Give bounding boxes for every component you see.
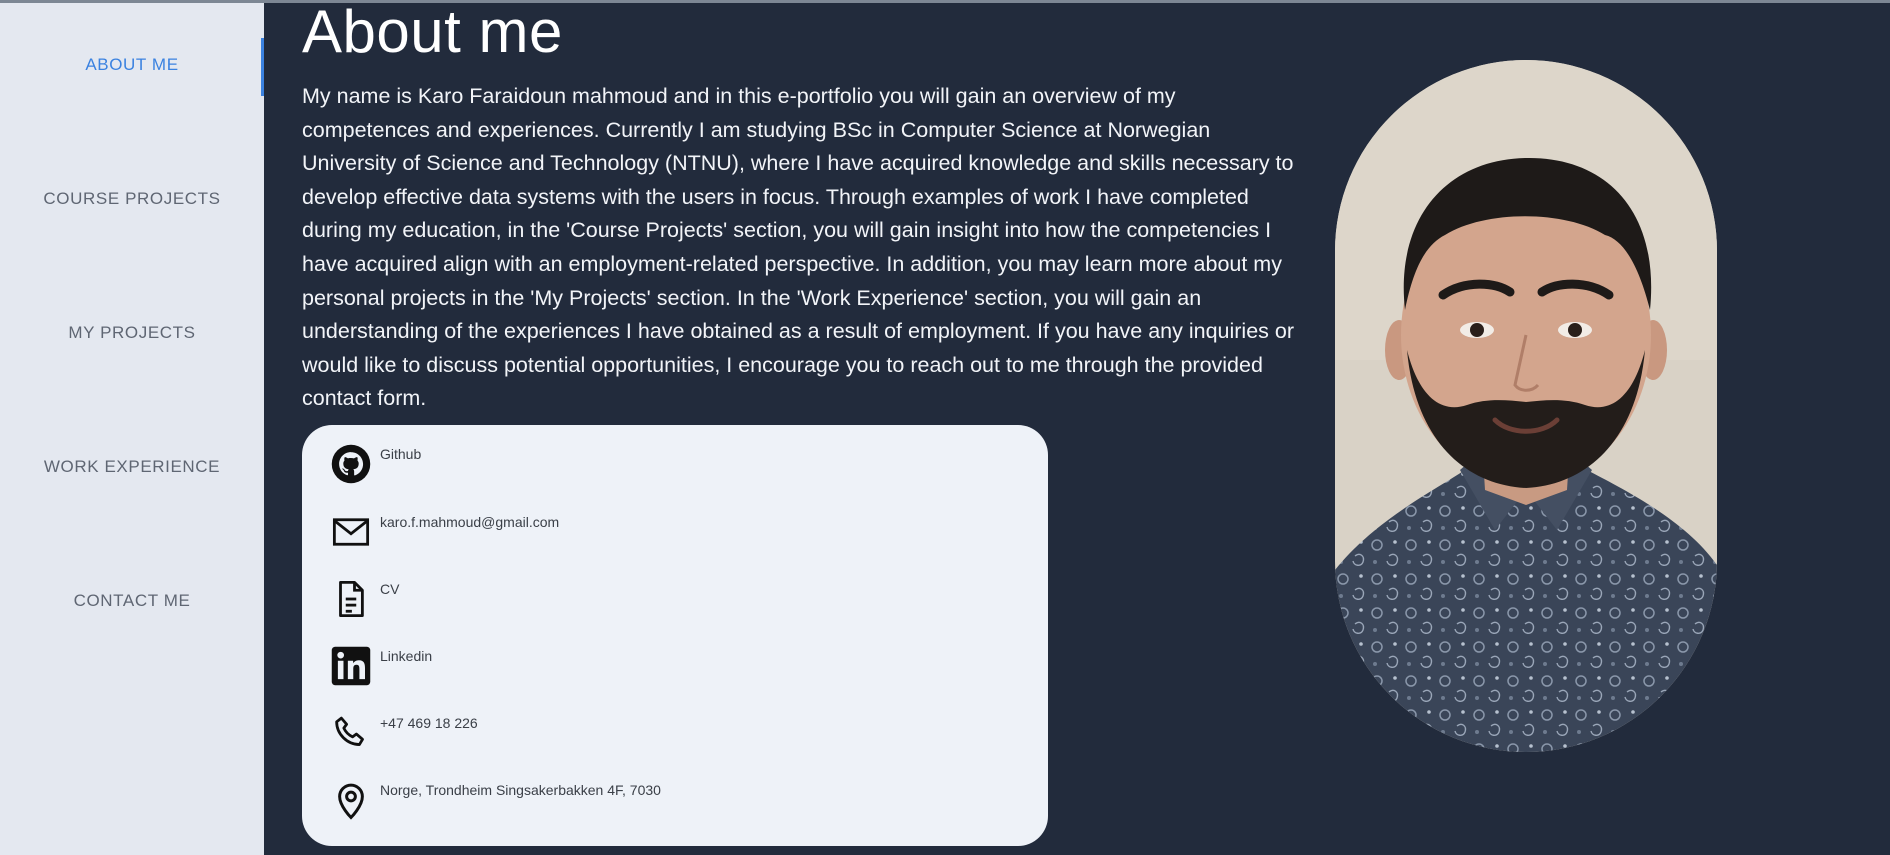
about-section: About me My name is Karo Faraidoun mahmo… — [264, 0, 1890, 855]
sidebar-item-course-projects[interactable]: COURSE PROJECTS — [0, 179, 264, 219]
sidebar-item-work-experience[interactable]: WORK EXPERIENCE — [0, 447, 264, 487]
contact-phone-link[interactable]: +47 469 18 226 — [330, 712, 1010, 756]
contact-card: Github karo.f.mahmoud@gmail.com CV Linke… — [302, 425, 1048, 846]
mail-icon — [330, 511, 372, 553]
contact-label: Norge, Trondheim Singsakerbakken 4F, 703… — [380, 782, 661, 798]
contact-label: Linkedin — [380, 648, 433, 664]
intro-paragraph: My name is Karo Faraidoun mahmoud and in… — [302, 84, 1294, 411]
contact-label: karo.f.mahmoud@gmail.com — [380, 514, 560, 530]
profile-photo — [1335, 60, 1717, 752]
linkedin-icon — [330, 645, 372, 687]
contact-github-link[interactable]: Github — [330, 443, 1010, 487]
sidebar-nav: ABOUT ME COURSE PROJECTS MY PROJECTS WOR… — [0, 3, 264, 855]
contact-cv-link[interactable]: CV — [330, 578, 1010, 622]
contact-linkedin-link[interactable]: Linkedin — [330, 645, 1010, 689]
sidebar-item-my-projects[interactable]: MY PROJECTS — [0, 313, 264, 353]
phone-icon — [330, 712, 372, 754]
location-pin-icon — [330, 779, 372, 821]
contact-label: CV — [380, 581, 400, 597]
contact-address-link[interactable]: Norge, Trondheim Singsakerbakken 4F, 703… — [330, 779, 1010, 823]
page-title: About me — [302, 0, 563, 65]
document-icon — [330, 578, 372, 620]
github-icon — [330, 443, 372, 485]
sidebar-item-contact-me[interactable]: CONTACT ME — [0, 581, 264, 621]
sidebar-item-about-me[interactable]: ABOUT ME — [0, 45, 264, 85]
contact-email-link[interactable]: karo.f.mahmoud@gmail.com — [330, 511, 1010, 555]
contact-label: Github — [380, 446, 422, 462]
contact-label: +47 469 18 226 — [380, 715, 478, 731]
